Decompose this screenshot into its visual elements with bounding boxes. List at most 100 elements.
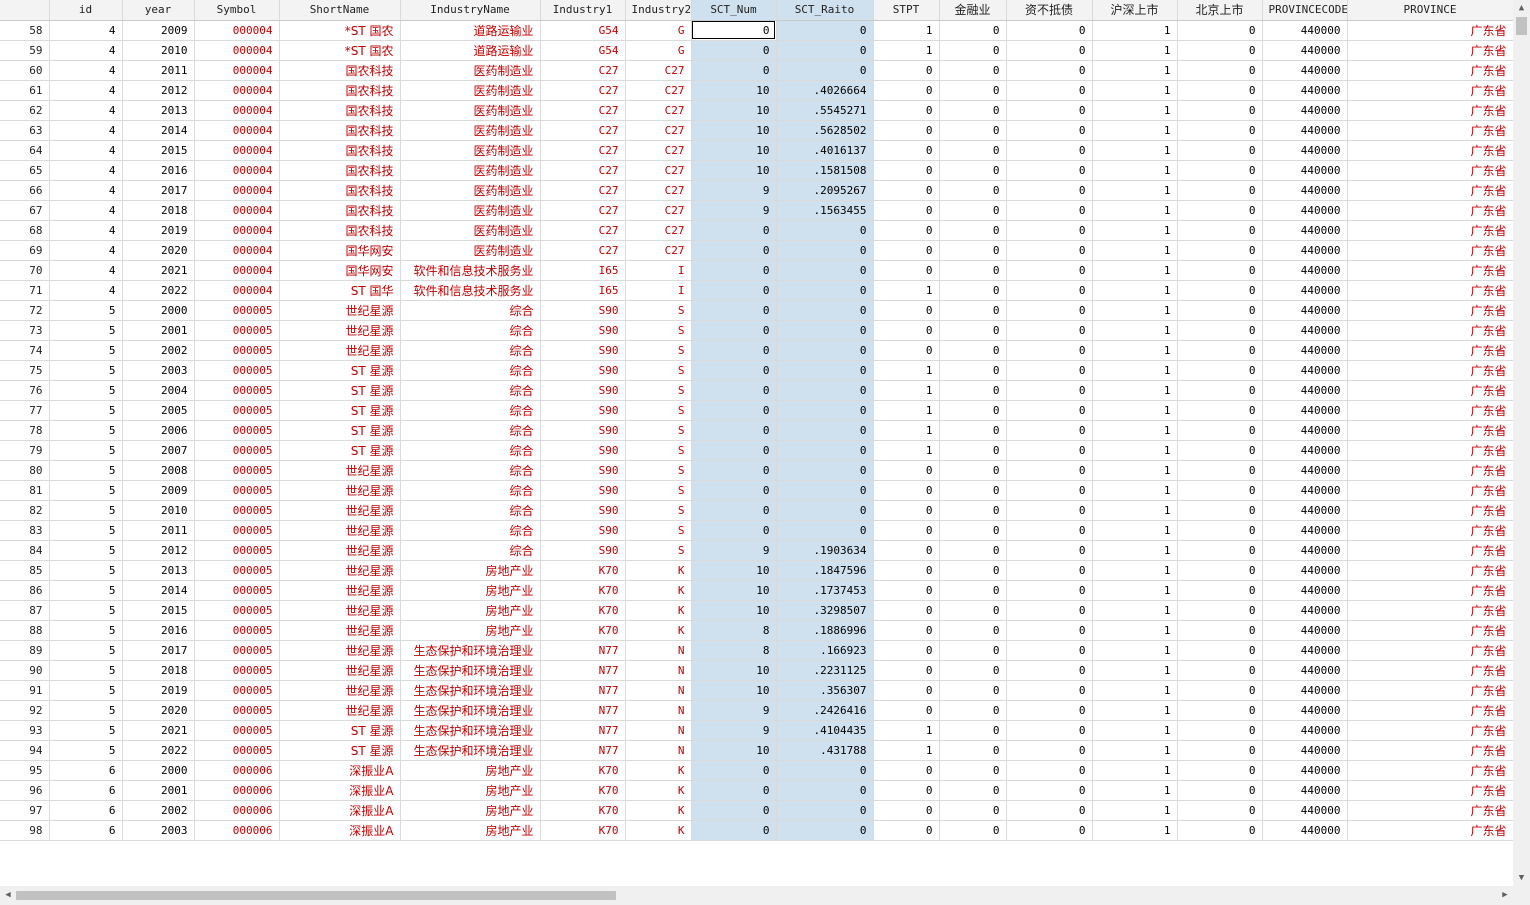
table-cell[interactable]: 440000 — [1262, 480, 1348, 501]
data-editor-grid[interactable]: id year Symbol ShortName IndustryName Industr… — [0, 0, 1513, 886]
table-cell[interactable]: 2003 — [122, 820, 195, 841]
table-cell[interactable]: 000005 — [194, 500, 280, 521]
table-cell[interactable]: 综合 — [400, 520, 541, 541]
table-cell[interactable]: 广东省 — [1347, 60, 1513, 81]
table-cell[interactable]: 10 — [691, 80, 777, 101]
table-cell[interactable]: 国农科技 — [279, 140, 401, 161]
row-number[interactable]: 89 — [0, 640, 50, 661]
table-cell[interactable]: .5545271 — [776, 100, 874, 121]
table-cell[interactable]: K70 — [540, 780, 626, 801]
table-cell[interactable]: 0 — [1177, 420, 1263, 441]
table-cell[interactable]: 5 — [49, 540, 123, 561]
table-cell[interactable]: 1 — [1092, 400, 1178, 421]
column-header[interactable]: 北京上市 — [1177, 0, 1263, 21]
table-cell[interactable]: 0 — [1006, 280, 1093, 301]
table-cell[interactable]: 0 — [776, 760, 874, 781]
row-number[interactable]: 77 — [0, 400, 50, 421]
table-cell[interactable]: 0 — [691, 400, 777, 421]
table-cell[interactable]: .5628502 — [776, 120, 874, 141]
table-cell[interactable]: 2000 — [122, 300, 195, 321]
table-cell[interactable]: 5 — [49, 300, 123, 321]
table-cell[interactable]: 0 — [1177, 820, 1263, 841]
table-cell[interactable]: 0 — [1006, 740, 1093, 761]
table-cell[interactable]: 440000 — [1262, 500, 1348, 521]
table-cell[interactable]: 000005 — [194, 680, 280, 701]
table-cell[interactable]: C27 — [625, 160, 692, 181]
table-cell[interactable]: .1903634 — [776, 540, 874, 561]
table-cell[interactable]: 000005 — [194, 720, 280, 741]
table-cell[interactable]: 2017 — [122, 640, 195, 661]
table-cell[interactable]: 2010 — [122, 500, 195, 521]
table-cell[interactable]: 0 — [691, 260, 777, 281]
table-cell[interactable]: 5 — [49, 500, 123, 521]
table-cell[interactable]: 1 — [1092, 560, 1178, 581]
table-cell[interactable]: 0 — [1177, 200, 1263, 221]
table-cell[interactable]: 广东省 — [1347, 540, 1513, 561]
table-cell[interactable]: 0 — [1177, 720, 1263, 741]
table-cell[interactable]: 医药制造业 — [400, 120, 541, 141]
table-cell[interactable]: 0 — [776, 240, 874, 261]
table-cell[interactable]: 0 — [1006, 720, 1093, 741]
table-cell[interactable]: 440000 — [1262, 520, 1348, 541]
table-cell[interactable]: 0 — [873, 820, 940, 841]
table-cell[interactable]: 1 — [1092, 720, 1178, 741]
table-cell[interactable]: 广东省 — [1347, 160, 1513, 181]
table-cell[interactable]: K — [625, 600, 692, 621]
table-cell[interactable]: 440000 — [1262, 460, 1348, 481]
table-cell[interactable]: 0 — [1177, 660, 1263, 681]
table-cell[interactable]: 0 — [691, 300, 777, 321]
table-cell[interactable]: S90 — [540, 380, 626, 401]
table-cell[interactable]: 10 — [691, 580, 777, 601]
column-header[interactable]: 金融业 — [939, 0, 1007, 21]
table-cell[interactable]: 4 — [49, 40, 123, 61]
table-cell[interactable]: 世纪星源 — [279, 320, 401, 341]
table-cell[interactable]: 0 — [1177, 460, 1263, 481]
table-cell[interactable]: 0 — [1177, 80, 1263, 101]
table-cell[interactable]: 1 — [1092, 360, 1178, 381]
table-cell[interactable]: 广东省 — [1347, 520, 1513, 541]
table-cell[interactable]: 综合 — [400, 340, 541, 361]
table-cell[interactable]: 000004 — [194, 260, 280, 281]
table-cell[interactable]: K — [625, 620, 692, 641]
row-number[interactable]: 60 — [0, 60, 50, 81]
table-cell[interactable]: 2008 — [122, 460, 195, 481]
table-cell[interactable]: 0 — [1177, 500, 1263, 521]
table-cell[interactable]: 0 — [776, 40, 874, 61]
table-cell[interactable]: 440000 — [1262, 340, 1348, 361]
table-cell[interactable]: 1 — [873, 420, 940, 441]
table-cell[interactable]: 440000 — [1262, 800, 1348, 821]
table-cell[interactable]: 0 — [691, 440, 777, 461]
table-cell[interactable]: 000005 — [194, 620, 280, 641]
table-cell[interactable]: 广东省 — [1347, 780, 1513, 801]
row-number[interactable]: 71 — [0, 280, 50, 301]
table-cell[interactable]: 0 — [873, 640, 940, 661]
row-number[interactable]: 76 — [0, 380, 50, 401]
table-cell[interactable]: S90 — [540, 500, 626, 521]
table-cell[interactable]: 0 — [1006, 800, 1093, 821]
table-cell[interactable]: 000004 — [194, 180, 280, 201]
table-cell[interactable]: K70 — [540, 820, 626, 841]
table-cell[interactable]: 1 — [1092, 80, 1178, 101]
table-cell[interactable]: 综合 — [400, 300, 541, 321]
table-cell[interactable]: 8 — [691, 640, 777, 661]
row-number[interactable]: 73 — [0, 320, 50, 341]
row-number[interactable]: 85 — [0, 560, 50, 581]
table-cell[interactable]: 2021 — [122, 720, 195, 741]
table-cell[interactable]: 房地产业 — [400, 820, 541, 841]
table-cell[interactable]: 0 — [1006, 620, 1093, 641]
table-cell[interactable]: N77 — [540, 660, 626, 681]
table-cell[interactable]: S90 — [540, 360, 626, 381]
table-cell[interactable]: 2011 — [122, 520, 195, 541]
table-cell[interactable]: C27 — [625, 200, 692, 221]
table-cell[interactable]: 440000 — [1262, 140, 1348, 161]
table-cell[interactable]: 440000 — [1262, 280, 1348, 301]
table-cell[interactable]: 世纪星源 — [279, 520, 401, 541]
table-cell[interactable]: 广东省 — [1347, 240, 1513, 261]
table-cell[interactable]: 10 — [691, 140, 777, 161]
row-number[interactable]: 88 — [0, 620, 50, 641]
horizontal-scroll-thumb[interactable] — [16, 891, 616, 900]
table-cell[interactable]: 2013 — [122, 100, 195, 121]
table-cell[interactable]: 440000 — [1262, 420, 1348, 441]
table-cell[interactable]: 0 — [776, 340, 874, 361]
table-cell[interactable]: 0 — [776, 440, 874, 461]
